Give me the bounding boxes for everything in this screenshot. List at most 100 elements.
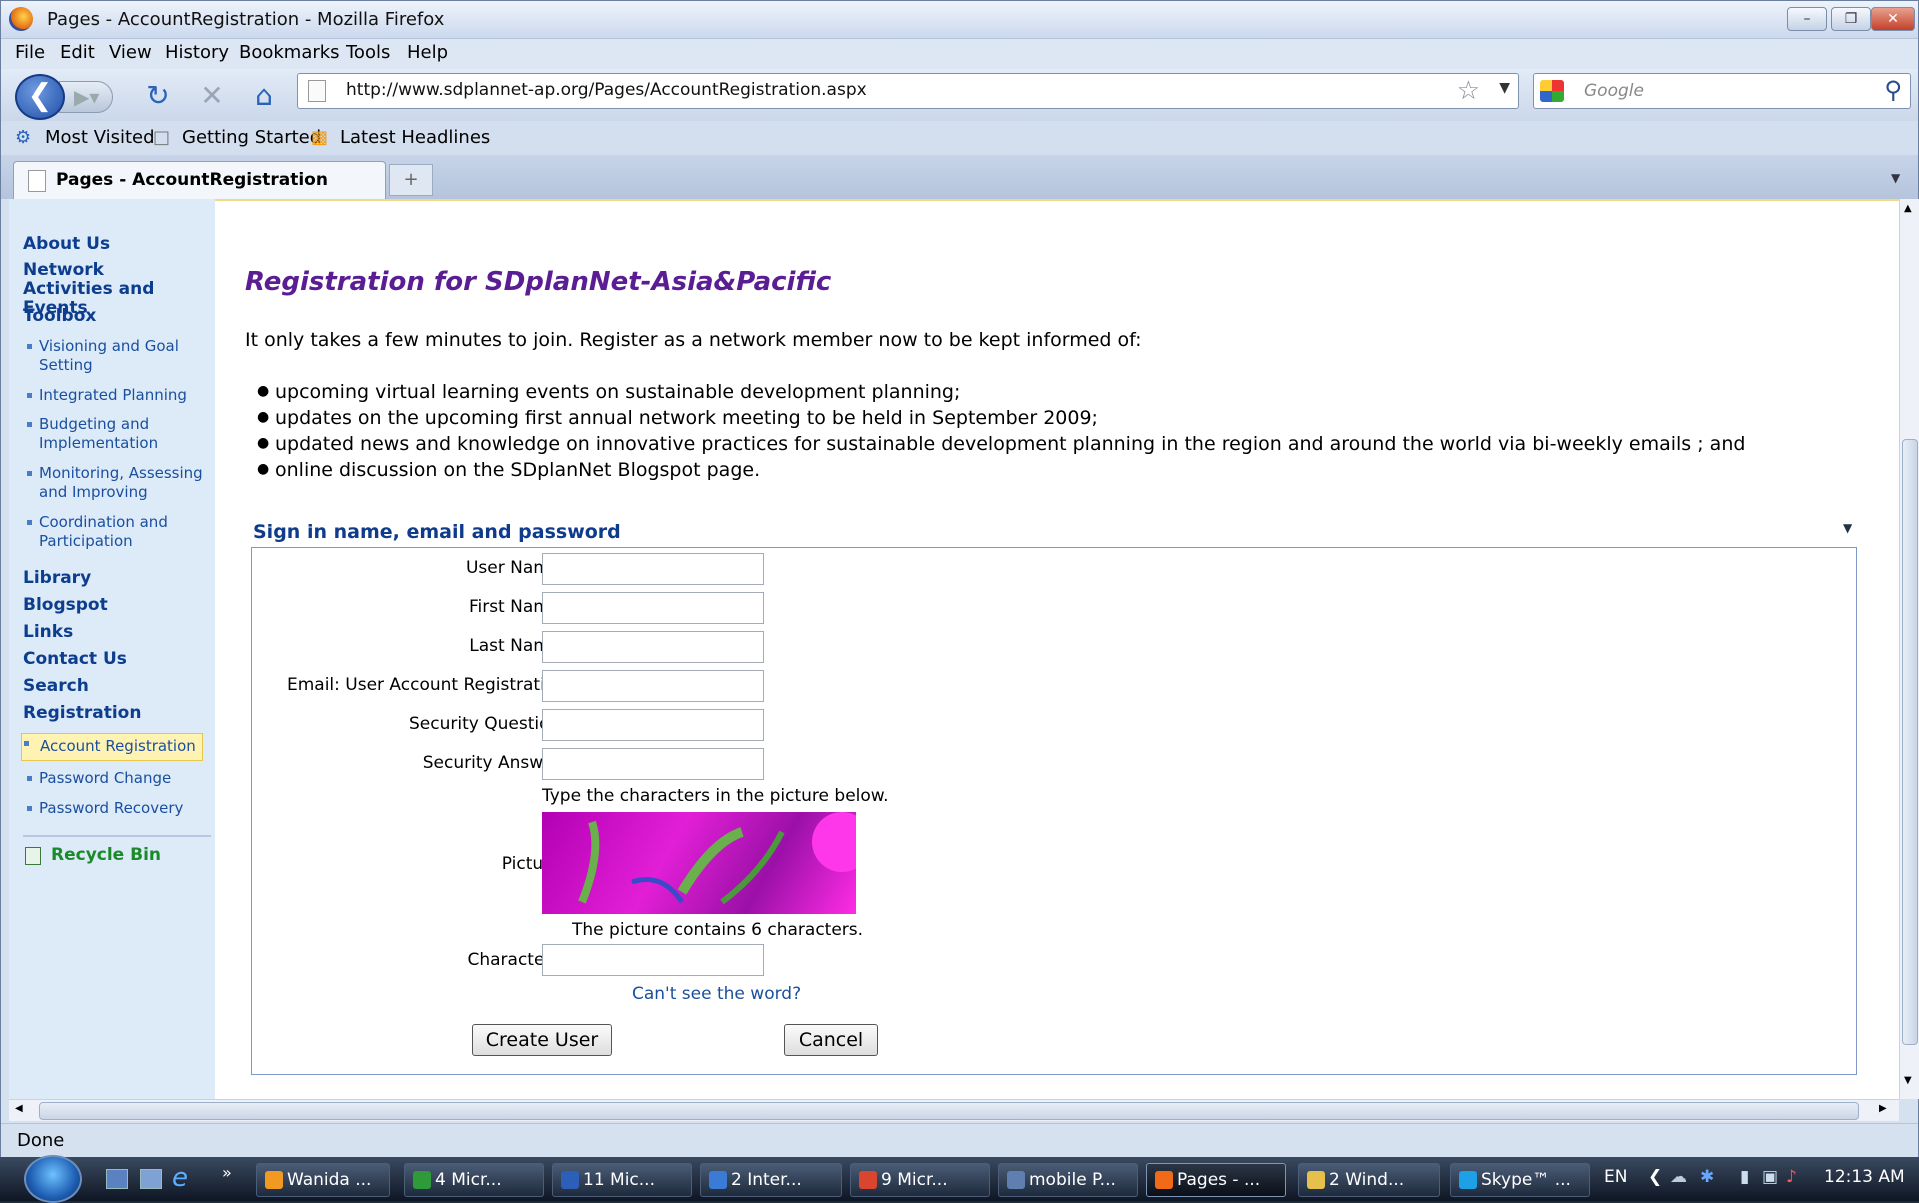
vertical-scrollbar[interactable]: ▲ ▼ [1899,199,1919,1099]
nav-about-us[interactable]: About Us [23,235,110,254]
nav-monitoring[interactable]: Monitoring, Assessing and Improving [25,464,215,502]
stop-icon[interactable]: ✕ [195,79,229,113]
bullet-item: upcoming virtual learning events on sust… [257,381,960,403]
bookmarks-toolbar: ⚙ Most Visited □ Getting Started ▩ Lates… [1,121,1918,155]
label-email: Email: User Account Registration [286,675,566,695]
menu-view[interactable]: View [109,42,152,63]
getting-started-icon: □ [153,127,171,148]
clock[interactable]: 12:13 AM [1824,1167,1905,1187]
menu-file[interactable]: File [15,42,45,63]
lastname-field[interactable] [542,631,764,663]
nav-password-change[interactable]: Password Change [25,769,171,788]
minimize-button[interactable]: – [1787,7,1827,31]
nav-contact-us[interactable]: Contact Us [23,650,127,669]
nav-recycle-bin[interactable]: Recycle Bin [51,846,161,865]
menu-history[interactable]: History [165,42,229,63]
horizontal-scrollbar[interactable]: ◀ ▶ [9,1099,1899,1121]
home-icon[interactable]: ⌂ [247,79,281,113]
taskbar-item[interactable]: Wanida ... [256,1163,390,1197]
forward-button[interactable]: ▶▾ [59,81,113,113]
nav-budgeting[interactable]: Budgeting and Implementation [25,415,175,453]
start-button[interactable] [24,1155,82,1203]
username-field[interactable] [542,553,764,585]
characters-field[interactable] [542,944,764,976]
page-title: Registration for SDplanNet-Asia&Pacific [245,267,832,297]
vertical-scroll-thumb[interactable] [1902,439,1918,1045]
nav-divider [23,835,211,837]
taskbar-item[interactable]: 4 Micr... [404,1163,544,1197]
network-icon[interactable]: ☁ [1670,1167,1687,1187]
nav-registration[interactable]: Registration [23,704,141,723]
back-button[interactable]: ❮ [15,74,65,120]
security-question-field[interactable] [542,709,764,741]
taskbar-item[interactable]: 11 Mic... [552,1163,692,1197]
menu-edit[interactable]: Edit [60,42,95,63]
browser-window: Pages - AccountRegistration - Mozilla Fi… [0,0,1919,1157]
collapse-arrow-icon[interactable]: ▼ [1843,521,1852,535]
menu-help[interactable]: Help [407,42,448,63]
bookmark-latest-headlines[interactable]: Latest Headlines [340,127,490,148]
taskbar-item[interactable]: Skype™ ... [1450,1163,1590,1197]
nav-links[interactable]: Links [23,623,73,642]
language-indicator[interactable]: EN [1604,1167,1627,1187]
cant-see-link[interactable]: Can't see the word? [632,984,801,1004]
recycle-bin-icon [25,847,41,865]
switch-windows-icon[interactable] [140,1169,162,1189]
search-placeholder[interactable]: Google [1584,81,1644,101]
most-visited-icon: ⚙ [15,127,32,148]
ie-icon[interactable]: e [172,1163,188,1193]
taskbar-item[interactable]: 2 Wind... [1298,1163,1440,1197]
nav-password-recovery[interactable]: Password Recovery [25,799,183,818]
page-content: About Us Network Activities and Events T… [9,199,1899,1099]
display-icon[interactable]: ▣ [1762,1167,1778,1187]
menu-tools[interactable]: Tools [346,42,390,63]
captcha-note: The picture contains 6 characters. [572,920,864,940]
reload-icon[interactable]: ↻ [141,79,175,113]
tab-list-icon[interactable]: ▼ [1891,171,1900,185]
nav-search[interactable]: Search [23,677,89,696]
scroll-right-icon[interactable]: ▶ [1879,1103,1887,1114]
horizontal-scroll-thumb[interactable] [39,1102,1859,1120]
security-answer-field[interactable] [542,748,764,780]
nav-account-registration[interactable]: Account Registration [21,733,203,761]
tab-account-registration[interactable]: Pages - AccountRegistration [13,161,386,199]
url-bar[interactable]: http://www.sdplannet-ap.org/Pages/Accoun… [297,73,1519,109]
captcha-instruction: Type the characters in the picture below… [542,786,889,806]
taskbar-item-active[interactable]: Pages - ... [1146,1163,1286,1197]
taskbar-item[interactable]: 9 Micr... [850,1163,990,1197]
menu-bookmarks[interactable]: Bookmarks [239,42,340,63]
volume-muted-icon[interactable]: ♪ [1786,1167,1797,1187]
scroll-down-icon[interactable]: ▼ [1904,1075,1912,1086]
nav-library[interactable]: Library [23,569,91,588]
bookmark-most-visited[interactable]: Most Visited [45,127,155,148]
nav-coordination[interactable]: Coordination and Participation [25,513,185,551]
taskbar-item[interactable]: 2 Inter... [700,1163,842,1197]
url-text[interactable]: http://www.sdplannet-ap.org/Pages/Accoun… [346,80,867,100]
url-dropdown-icon[interactable]: ▼ [1499,80,1510,96]
bookmark-getting-started[interactable]: Getting Started [182,127,321,148]
quicklaunch-more-icon[interactable]: » [222,1163,232,1182]
bullet-item: online discussion on the SDplanNet Blogs… [257,459,760,481]
new-tab-button[interactable]: + [389,164,433,196]
bookmark-star-icon[interactable]: ☆ [1457,76,1480,106]
scroll-up-icon[interactable]: ▲ [1904,203,1912,214]
nav-blogspot[interactable]: Blogspot [23,596,108,615]
power-icon[interactable]: ▮ [1740,1167,1749,1187]
email-field[interactable] [542,670,764,702]
create-user-button[interactable]: Create User [472,1024,612,1056]
search-icon[interactable]: ⚲ [1884,76,1902,104]
show-desktop-icon[interactable] [106,1169,128,1189]
bluetooth-icon[interactable]: ✱ [1700,1167,1714,1187]
close-button[interactable]: ✕ [1871,7,1915,31]
google-icon[interactable] [1540,80,1564,102]
taskbar-item[interactable]: mobile P... [998,1163,1138,1197]
nav-toolbox[interactable]: Toolbox [23,307,96,326]
maximize-button[interactable]: ❐ [1831,7,1871,31]
scroll-left-icon[interactable]: ◀ [15,1103,23,1114]
nav-integrated-planning[interactable]: Integrated Planning [25,386,187,405]
nav-visioning[interactable]: Visioning and Goal Setting [25,337,195,375]
tray-expand-icon[interactable]: ❮ [1648,1167,1662,1187]
firstname-field[interactable] [542,592,764,624]
search-box[interactable]: Google ⚲ [1533,73,1911,109]
cancel-button[interactable]: Cancel [784,1024,878,1056]
